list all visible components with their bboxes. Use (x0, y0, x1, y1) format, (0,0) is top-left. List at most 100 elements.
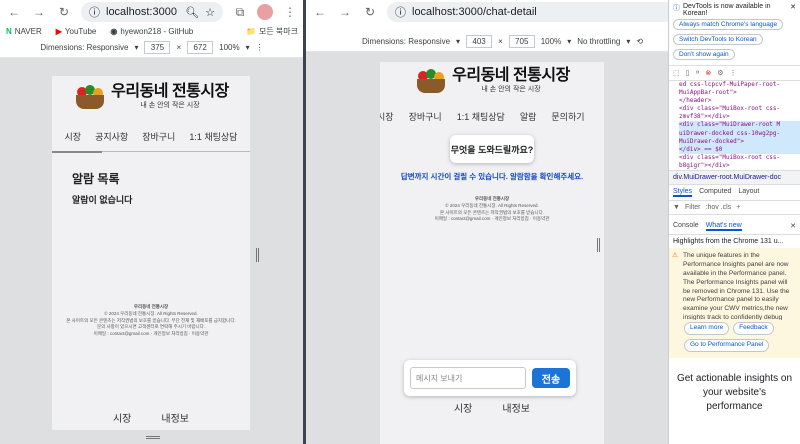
filter-icon: ▼ (673, 204, 680, 212)
left-viewport: 우리동네 전통시장 내 손 안의 작은 시장 시장 공지사항 장바구니 1:1 … (0, 58, 304, 444)
right-browser-window: ← → ↻ ⓘ localhost:3000/chat-detail ⇄ ☆ ⋮… (306, 0, 800, 444)
logo-title: 우리동네 전통시장 (111, 83, 229, 100)
whats-new-promo: Get actionable insights on your website'… (676, 372, 793, 412)
zoom-icon[interactable]: 🔍︎ (185, 6, 199, 19)
dont-show-button[interactable]: Don't show again (673, 49, 735, 60)
left-address-bar[interactable]: ⓘ localhost:3000 🔍︎ ☆ (81, 2, 223, 22)
page-footer: 우리동네 전통시장 © 2024 우리동네 전통시장. All Rights R… (66, 304, 236, 336)
page-footer: 우리동네 전통시장 © 2024 우리동네 전통시장. All Rights R… (434, 196, 550, 222)
bottom-nav-myinfo[interactable]: 내정보 (161, 410, 189, 425)
filter-input[interactable]: Filter (685, 204, 701, 211)
add-rule-icon[interactable]: + (736, 204, 740, 211)
nav-alarm[interactable]: 알람 (520, 110, 537, 123)
feedback-button[interactable]: Feedback (733, 322, 774, 335)
device-select[interactable]: Dimensions: Responsive (362, 37, 450, 46)
tab-layout[interactable]: Layout (738, 188, 759, 197)
menu-icon[interactable]: ⋮ (282, 4, 298, 20)
tab-console[interactable]: Console (673, 222, 699, 231)
bookmark-github[interactable]: ◉ hyewon218 - GitHub (110, 27, 193, 36)
nav-cart[interactable]: 장바구니 (142, 130, 175, 143)
message-input[interactable]: 메시지 보내기 (410, 367, 526, 389)
reload-icon[interactable]: ↻ (362, 4, 378, 20)
resize-handle[interactable] (256, 248, 259, 262)
devtools-panel: ⓘ DevTools is now available in Korean! ✕ A… (668, 0, 800, 444)
info-icon[interactable]: ⓘ (395, 4, 406, 20)
basket-logo-icon (414, 69, 448, 93)
back-icon[interactable]: ← (312, 4, 328, 20)
dom-breadcrumb[interactable]: div.MuiDrawer-root.MuiDrawer-doc (669, 170, 800, 186)
more-tabs-icon[interactable]: » (695, 69, 699, 77)
switch-korean-button[interactable]: Switch DevTools to Korean (673, 34, 763, 45)
close-icon[interactable]: ✕ (790, 3, 796, 17)
logo-title: 우리동네 전통시장 (452, 67, 570, 84)
alarm-list-title: 알람 목록 (72, 172, 120, 186)
app-logo[interactable]: 우리동네 전통시장 내 손 안의 작은 시장 (52, 76, 250, 110)
nav-chat[interactable]: 1:1 채팅상담 (457, 110, 505, 123)
app-logo[interactable]: 우리동네 전통시장 내 손 안의 작은 시장 (380, 62, 604, 94)
zoom-select[interactable]: 100% (541, 37, 561, 46)
language-infobar: ⓘ DevTools is now available in Korean! ✕ A… (669, 0, 800, 66)
forward-icon[interactable]: → (337, 4, 353, 20)
go-to-performance-button[interactable]: Go to Performance Panel (684, 338, 770, 352)
tab-styles[interactable]: Styles (673, 188, 693, 198)
tab-whats-new[interactable]: What's new (705, 222, 742, 232)
filter-options[interactable]: :hov .cls (706, 204, 732, 211)
bookmark-all[interactable]: 📁 모든 북마크 (246, 26, 298, 37)
send-button[interactable]: 전송 (532, 368, 570, 388)
right-app-page: 우리동네 전통시장 내 손 안의 작은 시장 시장 장바구니 1:1 채팅상담 … (380, 62, 604, 444)
height-input[interactable]: 705 (508, 35, 535, 48)
rotate-icon[interactable]: ⟲ (636, 37, 643, 46)
styles-tabs: Styles Computed Layout (669, 185, 800, 202)
resize-handle[interactable] (597, 238, 600, 252)
chat-input-bar: 메시지 보내기 전송 (404, 360, 576, 396)
device-select[interactable]: Dimensions: Responsive (40, 43, 128, 52)
height-input[interactable]: 672 (187, 41, 214, 54)
bottom-nav-market[interactable]: 시장 (454, 400, 472, 415)
bottom-nav-myinfo[interactable]: 내정보 (502, 400, 530, 415)
back-icon[interactable]: ← (6, 4, 22, 20)
warning-icon: ⚠ (672, 252, 678, 260)
settings-icon[interactable]: ⚙ (717, 69, 723, 77)
highlights-title: Highlights from the Chrome 131 u... (673, 238, 784, 246)
info-icon: ⓘ (673, 5, 680, 12)
info-icon[interactable]: ⓘ (89, 4, 100, 20)
bottom-nav-market[interactable]: 시장 (113, 410, 131, 425)
close-icon[interactable]: ✕ (790, 222, 796, 231)
drawer-tabs: Console What's new ✕ (669, 219, 800, 236)
more-icon[interactable]: ⋮ (730, 69, 737, 77)
error-icon[interactable]: ⊗ (705, 69, 711, 77)
nav-notice[interactable]: 공지사항 (95, 130, 128, 143)
profile-avatar[interactable] (257, 4, 273, 20)
left-browser-window: ← → ↻ ⓘ localhost:3000 🔍︎ ☆ ⧉ ⋮ N NAVER ▶… (0, 0, 304, 444)
elements-tree[interactable]: ed css-lcpcvf-MuiPaper-root- MuiAppBar-r… (669, 81, 800, 170)
throttle-select[interactable]: No throttling (577, 37, 620, 46)
nav-chat[interactable]: 1:1 채팅상담 (189, 130, 237, 143)
match-language-button[interactable]: Always match Chrome's language (673, 19, 784, 30)
left-device-toolbar: Dimensions: Responsive ▾ 375 × 672 100% ▾ … (0, 38, 304, 58)
bookmarks-bar: N NAVER ▶ YouTube ◉ hyewon218 - GitHub 📁 모든 … (0, 24, 304, 38)
forward-icon[interactable]: → (31, 4, 47, 20)
reload-icon[interactable]: ↻ (56, 4, 72, 20)
chat-notice: 답변까지 시간이 걸릴 수 있습니다. 알람함을 확인해주세요. (400, 172, 584, 181)
nav-cart[interactable]: 장바구니 (409, 110, 442, 123)
inspect-icon[interactable]: ⬚ (673, 69, 680, 77)
bottom-resize-handle[interactable] (146, 436, 160, 439)
basket-logo-icon (73, 85, 107, 109)
extensions-icon[interactable]: ⧉ (232, 4, 248, 20)
device-icon[interactable]: ▯ (686, 69, 690, 77)
width-input[interactable]: 403 (466, 35, 493, 48)
bookmark-naver[interactable]: N NAVER (6, 27, 42, 36)
left-app-page: 우리동네 전통시장 내 손 안의 작은 시장 시장 공지사항 장바구니 1:1 … (52, 76, 250, 430)
bookmark-youtube[interactable]: ▶ YouTube (56, 27, 97, 36)
zoom-select[interactable]: 100% (219, 43, 239, 52)
devtools-toolbar: ⬚ ▯ » ⊗ ⚙ ⋮ (669, 66, 800, 81)
nav-market[interactable]: 시장 (380, 110, 394, 123)
tab-computed[interactable]: Computed (699, 188, 731, 197)
star-icon[interactable]: ☆ (205, 6, 215, 19)
learn-more-button[interactable]: Learn more (684, 322, 730, 335)
left-toolbar: ← → ↻ ⓘ localhost:3000 🔍︎ ☆ ⧉ ⋮ (0, 0, 304, 24)
bottom-nav: 시장 내정보 (52, 410, 250, 425)
nav-market[interactable]: 시장 (65, 130, 82, 143)
width-input[interactable]: 375 (144, 41, 171, 54)
nav-inquiry[interactable]: 문의하기 (551, 110, 584, 123)
